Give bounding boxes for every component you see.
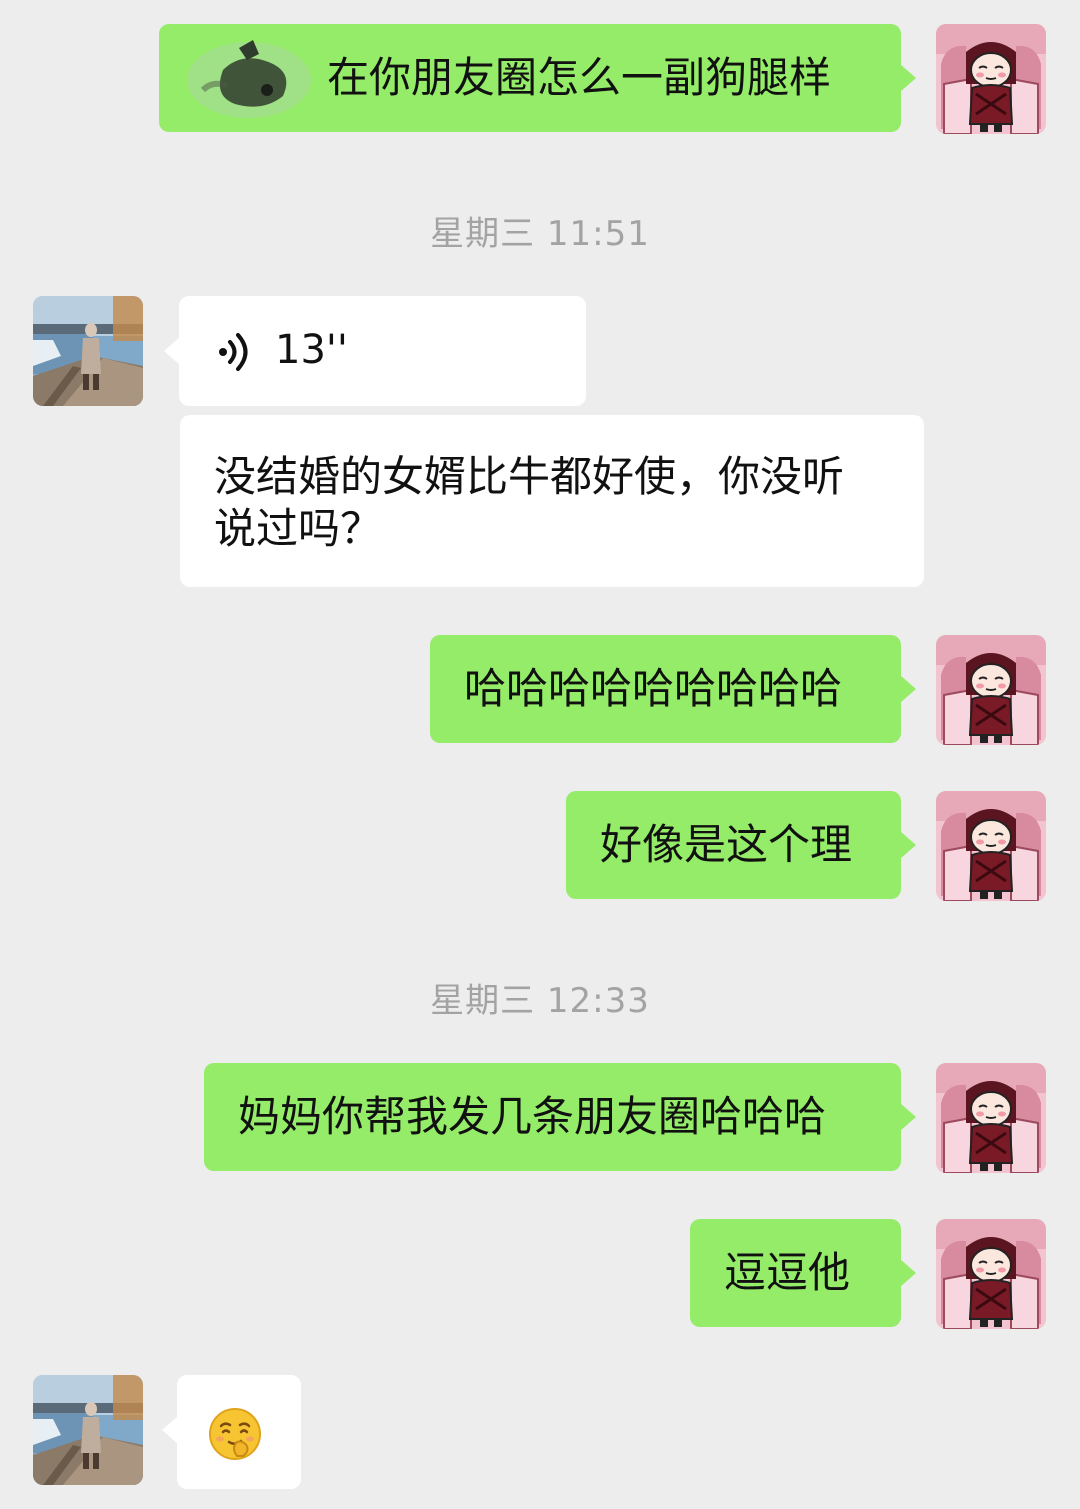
self-avatar[interactable] xyxy=(936,1063,1046,1173)
cartoon-girl-avatar-icon xyxy=(936,635,1046,745)
self-avatar[interactable] xyxy=(936,1219,1046,1329)
message-bubble-self[interactable]: 好像是这个理 xyxy=(566,791,916,899)
message-text-line-2: 说过吗？ xyxy=(214,504,383,553)
message-text-line-1: 没结婚的女婿比牛都好使，你没听 xyxy=(214,452,845,501)
self-avatar[interactable] xyxy=(936,24,1046,134)
cartoon-girl-avatar-icon xyxy=(936,791,1046,901)
message-bubble-self[interactable]: 在你朋友圈怎么一副狗腿样 xyxy=(159,24,916,132)
lakeside-photo-avatar-icon xyxy=(33,1375,143,1485)
message-bubble-self[interactable]: 妈妈你帮我发几条朋友圈哈哈哈 xyxy=(204,1063,916,1171)
voice-message-bubble[interactable]: 13'' xyxy=(164,296,586,406)
message-text: 哈哈哈哈哈哈哈哈哈 xyxy=(464,664,843,713)
voice-duration: 13'' xyxy=(275,327,348,373)
timestamp: 星期三 11:51 xyxy=(430,214,650,254)
peer-avatar[interactable] xyxy=(33,296,143,406)
cartoon-girl-avatar-icon xyxy=(936,1219,1046,1329)
message-bubble-self[interactable]: 哈哈哈哈哈哈哈哈哈 xyxy=(430,635,916,743)
voice-wave-icon xyxy=(217,332,255,372)
message-text: 妈妈你帮我发几条朋友圈哈哈哈 xyxy=(238,1092,827,1141)
message-text: 逗逗他 xyxy=(724,1248,851,1297)
message-text: 好像是这个理 xyxy=(600,820,853,869)
message-bubble-self[interactable]: 逗逗他 xyxy=(690,1219,916,1327)
lakeside-photo-avatar-icon xyxy=(33,296,143,406)
message-text: 在你朋友圈怎么一副狗腿样 xyxy=(327,53,832,102)
smirk-emoji-icon xyxy=(207,1406,263,1462)
redacted-name-scribble xyxy=(183,30,315,130)
peer-avatar[interactable] xyxy=(33,1375,143,1485)
chat-view: 在你朋友圈怎么一副狗腿样 星期三 11:51 13'' 没结婚的女婿比牛都好使，… xyxy=(0,0,1080,1509)
self-avatar[interactable] xyxy=(936,791,1046,901)
self-avatar[interactable] xyxy=(936,635,1046,745)
emoji-message-bubble[interactable] xyxy=(162,1375,301,1489)
cartoon-girl-avatar-icon xyxy=(936,24,1046,134)
message-bubble-peer[interactable]: 没结婚的女婿比牛都好使，你没听 说过吗？ xyxy=(180,415,924,587)
cartoon-girl-avatar-icon xyxy=(936,1063,1046,1173)
timestamp: 星期三 12:33 xyxy=(430,981,650,1021)
